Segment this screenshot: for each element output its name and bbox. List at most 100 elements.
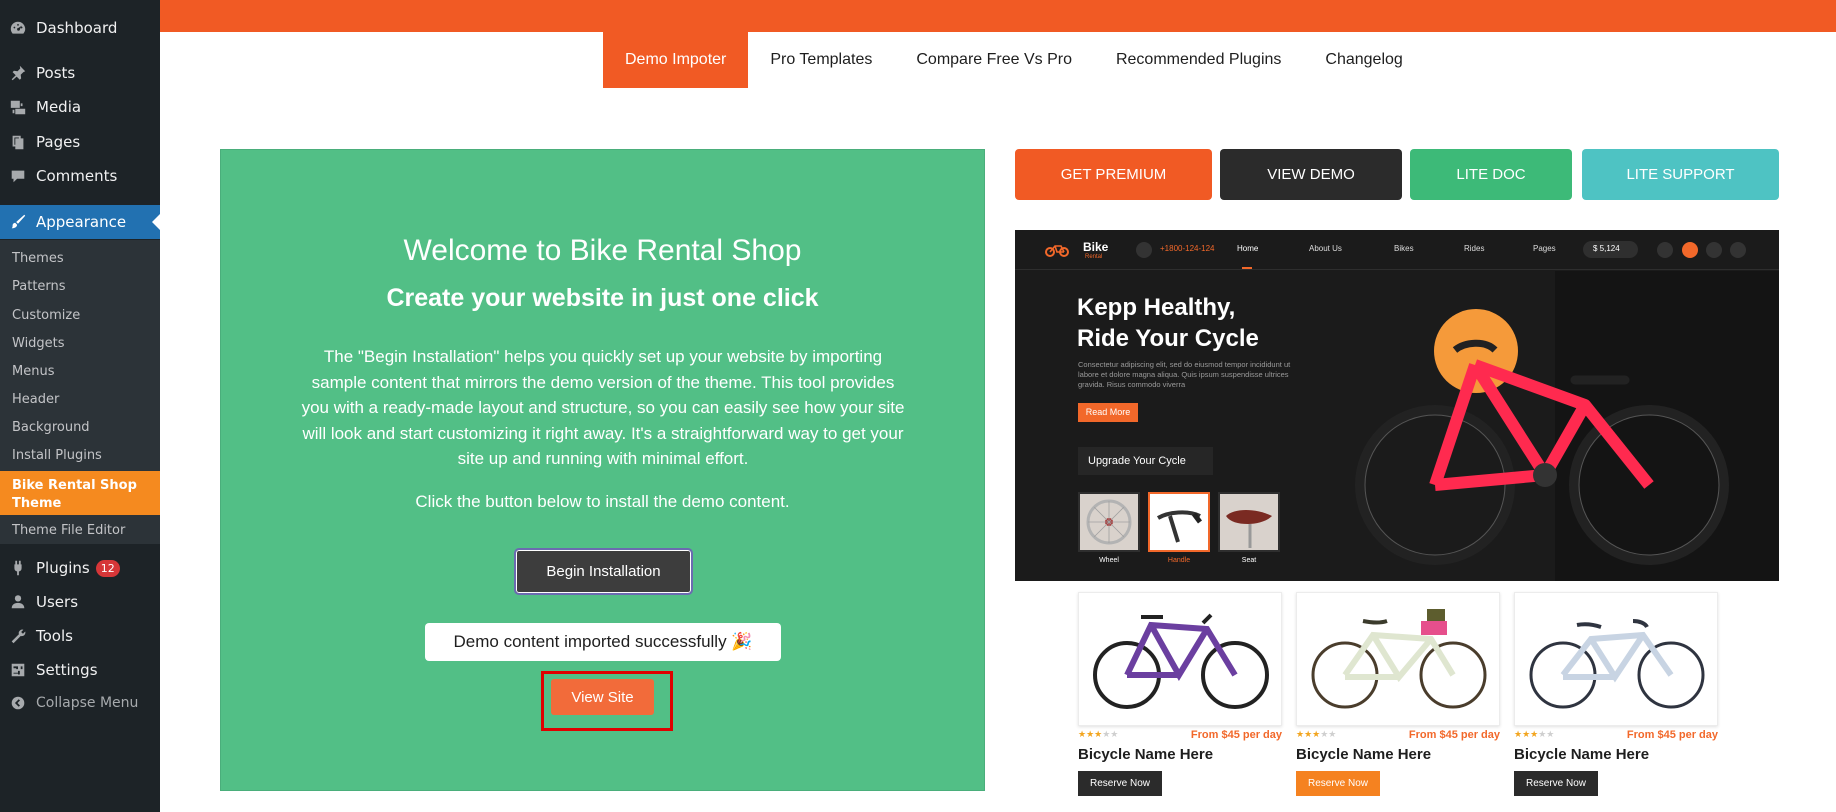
preview-upgrade-label: Upgrade Your Cycle bbox=[1078, 447, 1213, 475]
menu-label: Settings bbox=[36, 661, 98, 679]
tab-recommended-plugins[interactable]: Recommended Plugins bbox=[1094, 32, 1303, 88]
submenu-background[interactable]: Background bbox=[12, 420, 90, 435]
reserve-now-button[interactable]: Reserve Now bbox=[1296, 771, 1381, 796]
user-icon bbox=[0, 593, 36, 611]
menu-label: Comments bbox=[36, 167, 118, 185]
plug-icon bbox=[0, 559, 36, 577]
product-bike-image bbox=[1514, 592, 1718, 726]
menu-posts[interactable]: Posts bbox=[0, 56, 160, 90]
menu-plugins[interactable]: Plugins 12 bbox=[0, 551, 160, 585]
phone-icon bbox=[1136, 242, 1152, 258]
view-demo-button[interactable]: VIEW DEMO bbox=[1220, 149, 1402, 200]
dashboard-icon bbox=[0, 19, 36, 37]
menu-tools[interactable]: Tools bbox=[0, 619, 160, 653]
lite-doc-button[interactable]: LITE DOC bbox=[1410, 149, 1572, 200]
reserve-now-button[interactable]: Reserve Now bbox=[1514, 771, 1599, 796]
preview-phone: +1800-124-124 bbox=[1160, 244, 1215, 253]
product-card: ★★★★★ From $45 per day Bicycle Name Here… bbox=[1514, 592, 1718, 796]
product-name: Bicycle Name Here bbox=[1514, 746, 1650, 763]
product-price: From $45 per day bbox=[1626, 729, 1718, 741]
tab-changelog[interactable]: Changelog bbox=[1303, 32, 1424, 88]
current-menu-arrow bbox=[152, 214, 160, 230]
preview-nav-bikes: Bikes bbox=[1394, 244, 1414, 253]
product-price: From $45 per day bbox=[1408, 729, 1500, 741]
preview-nav-home: Home bbox=[1237, 244, 1259, 253]
success-message: Demo content imported successfully 🎉 bbox=[425, 623, 781, 661]
menu-label: Collapse Menu bbox=[36, 695, 139, 711]
submenu-menus[interactable]: Menus bbox=[12, 364, 54, 379]
lite-support-button[interactable]: LITE SUPPORT bbox=[1582, 149, 1779, 200]
instagram-icon bbox=[1730, 242, 1746, 258]
theme-tabs: Demo Impoter Pro Templates Compare Free … bbox=[603, 32, 1425, 88]
reserve-now-button[interactable]: Reserve Now bbox=[1078, 771, 1163, 796]
menu-comments[interactable]: Comments bbox=[0, 159, 160, 193]
submenu-header[interactable]: Header bbox=[12, 392, 59, 407]
welcome-description: The "Begin Installation" helps you quick… bbox=[301, 347, 905, 468]
appearance-submenu: Themes Patterns Customize Widgets Menus … bbox=[0, 240, 160, 544]
menu-label: Appearance bbox=[36, 213, 127, 231]
product-card: ★★★★★ From $45 per day Bicycle Name Here… bbox=[1078, 592, 1282, 796]
tab-compare-free-vs-pro[interactable]: Compare Free Vs Pro bbox=[894, 32, 1094, 88]
menu-label: Users bbox=[36, 593, 79, 611]
rating-stars: ★★★★★ bbox=[1296, 729, 1337, 739]
rating-stars: ★★★★★ bbox=[1514, 729, 1555, 739]
preview-nav-underline bbox=[1242, 267, 1252, 269]
menu-appearance[interactable]: Appearance bbox=[0, 205, 160, 239]
get-premium-button[interactable]: GET PREMIUM bbox=[1015, 149, 1212, 200]
menu-settings[interactable]: Settings bbox=[0, 653, 160, 687]
preview-navbar: Bike Rental +1800-124-124 Home About Us … bbox=[1015, 230, 1779, 270]
submenu-themes[interactable]: Themes bbox=[12, 251, 64, 266]
product-card: ★★★★★ From $45 per day Bicycle Name Here… bbox=[1296, 592, 1500, 796]
plugins-update-badge: 12 bbox=[95, 559, 120, 577]
menu-label: Pages bbox=[36, 133, 81, 151]
preview-nav-rides: Rides bbox=[1464, 244, 1485, 253]
preview-part-seat-label: Seat bbox=[1241, 557, 1257, 564]
menu-media[interactable]: Media bbox=[0, 90, 160, 124]
preview-part-handle-label: Handle bbox=[1167, 557, 1191, 564]
tab-pro-templates[interactable]: Pro Templates bbox=[748, 32, 894, 88]
menu-label: Dashboard bbox=[36, 19, 118, 37]
twitter-icon bbox=[1682, 242, 1698, 258]
media-icon bbox=[0, 98, 36, 116]
product-bike-image bbox=[1296, 592, 1500, 726]
brush-icon bbox=[0, 213, 36, 231]
google-plus-icon bbox=[1706, 242, 1722, 258]
submenu-customize[interactable]: Customize bbox=[12, 308, 80, 323]
view-site-button[interactable]: View Site bbox=[551, 679, 654, 715]
preview-part-wheel-label: Wheel bbox=[1099, 557, 1119, 564]
collapse-icon bbox=[0, 694, 36, 712]
theme-header-bar bbox=[160, 0, 1836, 32]
submenu-patterns[interactable]: Patterns bbox=[12, 279, 66, 294]
product-bike-image bbox=[1078, 592, 1282, 726]
submenu-theme-file-editor[interactable]: Theme File Editor bbox=[12, 523, 125, 538]
theme-preview-image: Bike Rental +1800-124-124 Home About Us … bbox=[1015, 230, 1779, 581]
menu-users[interactable]: Users bbox=[0, 585, 160, 619]
preview-hero-text: Consectetur adipiscing elit, sed do eius… bbox=[1078, 360, 1291, 389]
preview-part-seat-thumb bbox=[1218, 492, 1280, 552]
menu-label: Posts bbox=[36, 64, 76, 82]
settings-icon bbox=[0, 661, 36, 679]
welcome-title: Welcome to Bike Rental Shop bbox=[403, 234, 802, 267]
preview-read-more-button: Read More bbox=[1078, 403, 1138, 422]
comment-icon bbox=[0, 167, 36, 185]
submenu-widgets[interactable]: Widgets bbox=[12, 336, 65, 351]
facebook-icon bbox=[1657, 242, 1673, 258]
submenu-bike-rental-shop-theme[interactable]: Bike Rental Shop Theme bbox=[0, 471, 160, 515]
preview-logo-text: Bike bbox=[1083, 240, 1109, 254]
begin-installation-button[interactable]: Begin Installation bbox=[514, 548, 693, 595]
preview-cart-value: $ 5,124 bbox=[1593, 244, 1620, 253]
menu-label: Media bbox=[36, 98, 82, 116]
welcome-panel: Welcome to Bike Rental Shop Create your … bbox=[220, 149, 985, 791]
collapse-menu-button[interactable]: Collapse Menu bbox=[0, 686, 160, 720]
rating-stars: ★★★★★ bbox=[1078, 729, 1119, 739]
product-name: Bicycle Name Here bbox=[1296, 746, 1432, 763]
admin-sidebar: Dashboard Posts Media Pages Comments App… bbox=[0, 0, 160, 812]
submenu-install-plugins[interactable]: Install Plugins bbox=[12, 448, 102, 463]
menu-pages[interactable]: Pages bbox=[0, 125, 160, 159]
tab-demo-importer[interactable]: Demo Impoter bbox=[603, 32, 749, 88]
preview-part-wheel-thumb bbox=[1078, 492, 1140, 552]
welcome-subtitle: Create your website in just one click bbox=[386, 284, 819, 312]
preview-nav-pages: Pages bbox=[1533, 244, 1556, 253]
install-hint: Click the button below to install the de… bbox=[415, 492, 790, 511]
menu-dashboard[interactable]: Dashboard bbox=[0, 11, 160, 45]
